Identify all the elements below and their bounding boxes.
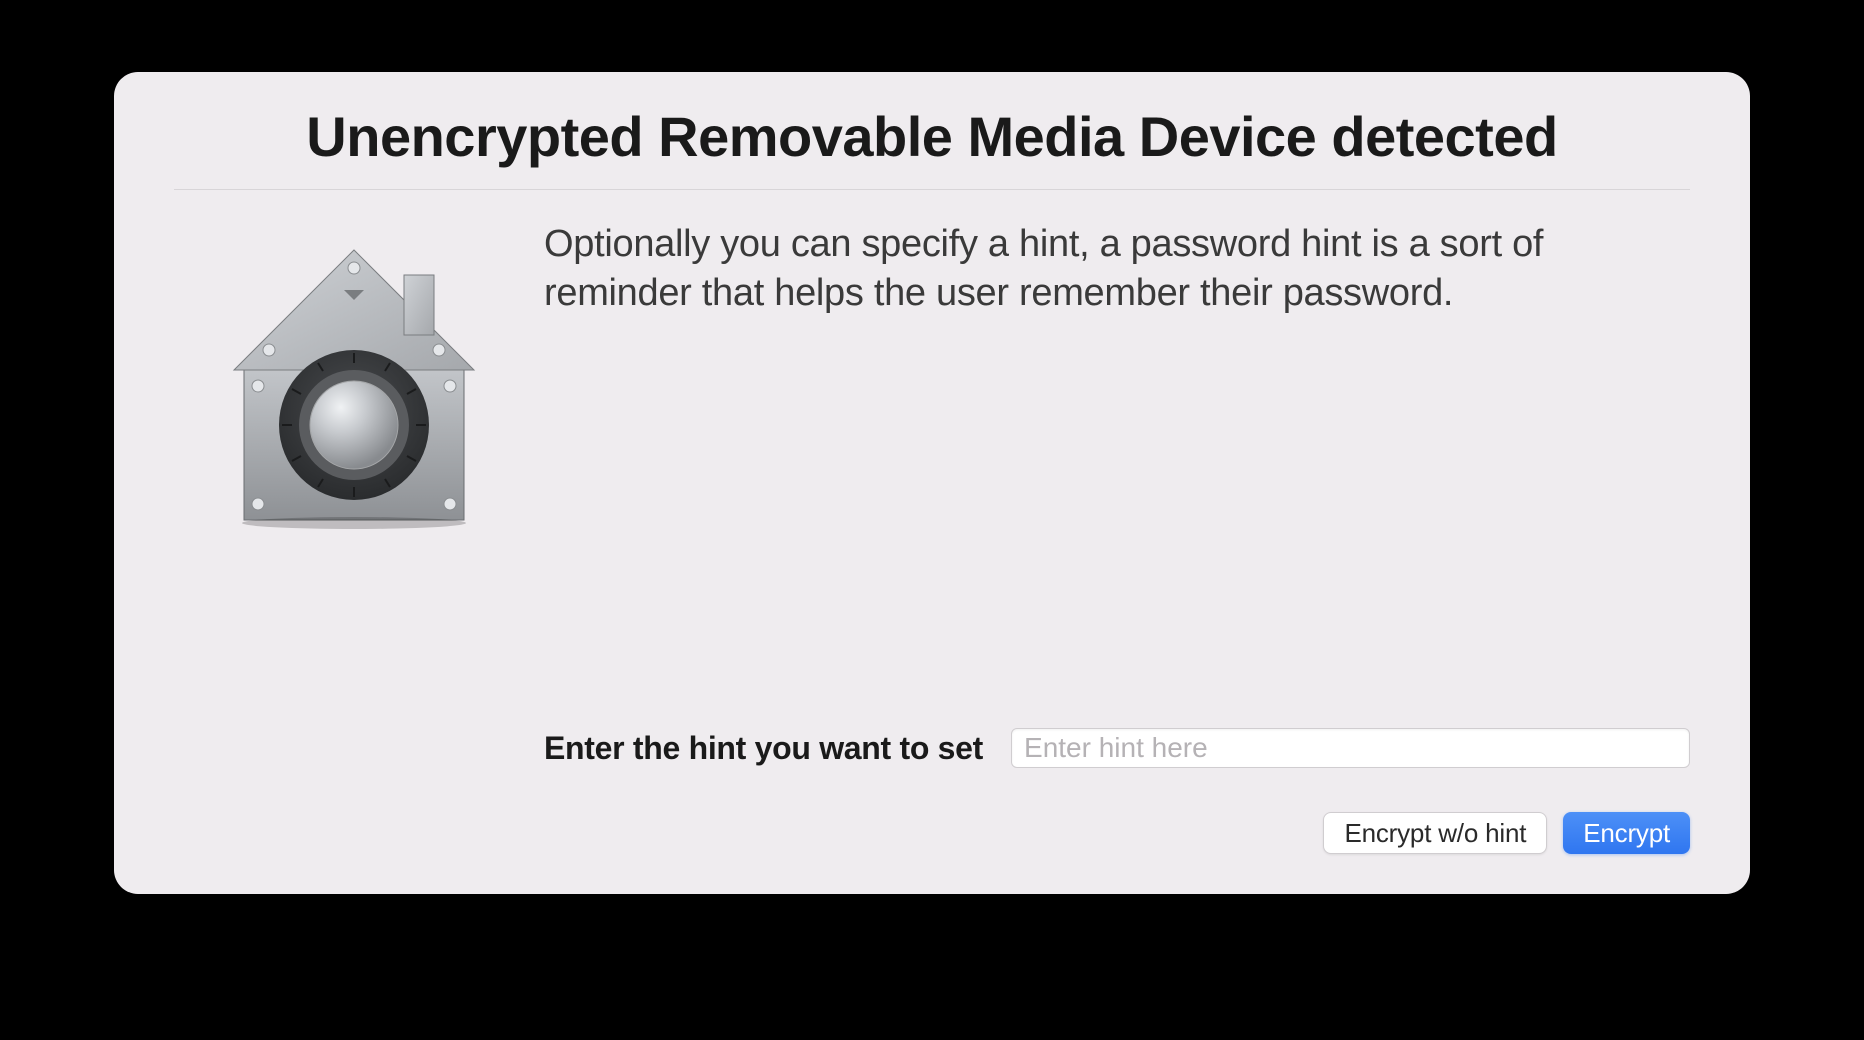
hint-input-label: Enter the hint you want to set (544, 730, 983, 767)
encryption-dialog: Unencrypted Removable Media Device detec… (114, 72, 1750, 894)
icon-column (174, 220, 534, 854)
vault-house-lock-icon (214, 240, 494, 535)
dialog-title: Unencrypted Removable Media Device detec… (174, 104, 1690, 190)
hint-input-row: Enter the hint you want to set (544, 728, 1690, 768)
content-area: Optionally you can specify a hint, a pas… (174, 190, 1690, 854)
encrypt-button[interactable]: Encrypt (1563, 812, 1690, 854)
hint-input[interactable] (1011, 728, 1690, 768)
encrypt-without-hint-button[interactable]: Encrypt w/o hint (1323, 812, 1547, 854)
button-row: Encrypt w/o hint Encrypt (544, 812, 1690, 854)
dialog-description: Optionally you can specify a hint, a pas… (544, 220, 1690, 319)
text-column: Optionally you can specify a hint, a pas… (534, 220, 1690, 854)
spacer (544, 319, 1690, 728)
